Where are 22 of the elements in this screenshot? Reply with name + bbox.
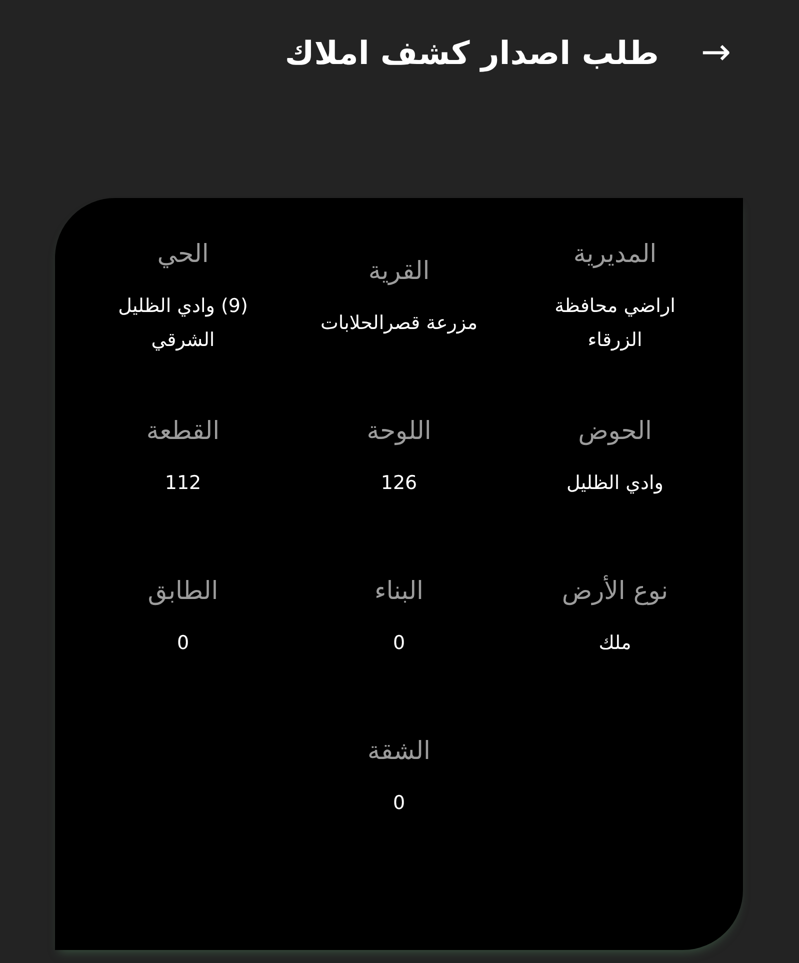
field-label: المديرية — [573, 239, 657, 268]
field-value: (9) وادي الظليل الشرقي — [117, 294, 249, 353]
back-button[interactable]: → — [700, 35, 731, 71]
field-label: الحوض — [578, 416, 652, 445]
field-label: القرية — [368, 256, 430, 285]
field-label: القطعة — [146, 416, 220, 445]
field-value: 0 — [392, 790, 406, 816]
field-value: اراضي محافظة الزرقاء — [554, 294, 676, 353]
field-value: مزرعة قصرالحلابات — [320, 310, 478, 336]
field-value: 0 — [176, 630, 190, 656]
field-label: البناء — [374, 576, 424, 605]
page-title: طلب اصدار كشف املاك — [284, 34, 659, 72]
field-label: نوع الأرض — [562, 576, 668, 605]
field-label: الشقة — [368, 736, 430, 765]
field-value: 126 — [380, 470, 418, 496]
field-label: الطابق — [148, 576, 218, 605]
field-value: 112 — [164, 470, 202, 496]
field-label: اللوحة — [366, 416, 432, 445]
field-label: الحي — [157, 239, 209, 268]
field-value: 0 — [392, 630, 406, 656]
field-value: ملك — [598, 630, 632, 656]
field-value: وادي الظليل — [566, 470, 664, 496]
